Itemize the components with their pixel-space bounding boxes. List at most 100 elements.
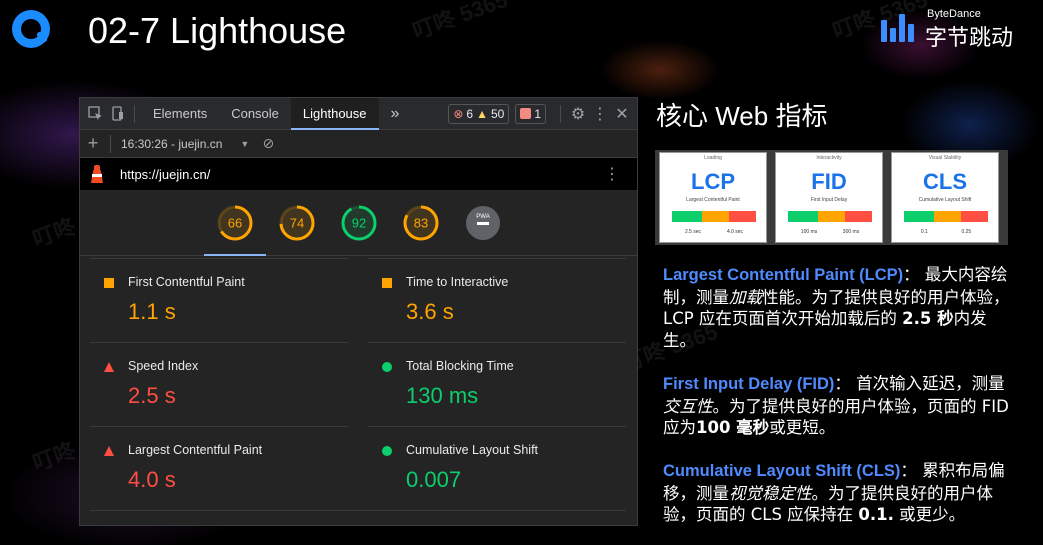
metric-value: 4.0 s	[128, 467, 176, 492]
cls-text: 或更少。	[893, 505, 966, 524]
fid-strong: 100 毫秒	[696, 418, 770, 437]
devtools-panel: Elements Console Lighthouse » ⊗ 6 ▲ 50 1…	[79, 97, 638, 526]
metric-card-cls: Visual Stability CLS Cumulative Layout Shi…	[891, 152, 999, 243]
score-gauge[interactable]: 92	[328, 192, 390, 254]
settings-gear-icon[interactable]: ⚙	[567, 103, 589, 125]
pwa-dash-icon	[476, 221, 489, 225]
lcp-em: 加载	[729, 287, 762, 307]
lcp-strong: 2.5 秒	[902, 309, 954, 328]
metric-label: Speed Index	[128, 359, 199, 373]
error-warning-badge[interactable]: ⊗ 6 ▲ 50	[448, 103, 510, 124]
score-gauge-value: 66	[227, 215, 241, 230]
warning-count: 50	[490, 106, 505, 121]
card-acronym: LCP	[691, 169, 735, 194]
error-icon: ⊗	[453, 106, 464, 121]
threshold-tick: 0.1	[920, 229, 928, 235]
metric-label: Total Blocking Time	[406, 359, 514, 373]
threshold-segment	[788, 211, 818, 222]
metric-label: First Contentful Paint	[128, 275, 245, 289]
metrics-grid: First Contentful Paint 1.1 s Time to Inter…	[80, 256, 637, 524]
metric-card-fid: Interactivity FID First Input Delay 100 ms 3…	[775, 152, 883, 243]
metric-item: Time to Interactive 3.6 s	[368, 258, 626, 341]
threshold-tick: 0.25	[961, 229, 972, 235]
chevron-down-icon: ▼	[240, 138, 250, 149]
metric-card-lcp: Loading LCP Largest Contentful Paint 2.5 se…	[659, 152, 767, 243]
new-report-plus-icon[interactable]: +	[82, 133, 104, 155]
score-gauge[interactable]: 74	[266, 192, 328, 254]
cls-description: Cumulative Layout Shift (CLS)： 累积布局偏移，测量…	[663, 460, 1013, 526]
threshold-bar	[904, 211, 988, 222]
metric-value: 2.5 s	[128, 383, 176, 408]
slide-title: 02-7 Lighthouse	[88, 10, 347, 51]
lcp-key: Largest Contentful Paint (LCP)	[663, 266, 904, 284]
score-gauge-value: 74	[289, 215, 303, 230]
divider	[90, 510, 626, 511]
clear-reports-icon[interactable]: ⊘	[257, 133, 279, 155]
cls-strong: 0.1.	[858, 505, 894, 524]
metric-status-icon	[104, 362, 114, 372]
inspect-element-icon[interactable]	[84, 103, 106, 125]
card-subtitle: Cumulative Layout Shift	[918, 197, 972, 203]
threshold-ticks: 2.5 sec 4.0 sec	[672, 229, 756, 235]
metric-value: 1.1 s	[128, 299, 176, 324]
fid-key: First Input Delay (FID)	[663, 375, 835, 393]
threshold-ticks: 100 ms 300 ms	[788, 229, 872, 235]
metric-status-icon	[382, 446, 392, 456]
error-count: 6	[466, 106, 474, 121]
threshold-tick: 4.0 sec	[726, 229, 744, 235]
card-subtitle: Largest Contentful Paint	[686, 197, 740, 203]
metric-status-icon	[104, 278, 114, 288]
tab-elements[interactable]: Elements	[141, 98, 219, 130]
metric-label: Cumulative Layout Shift	[406, 443, 539, 457]
core-web-vitals-cards: Loading LCP Largest Contentful Paint 2.5 se…	[655, 150, 1008, 245]
devtools-tab-bar: Elements Console Lighthouse » ⊗ 6 ▲ 50 1…	[80, 98, 637, 130]
threshold-segment	[904, 211, 934, 222]
more-tabs-button[interactable]: »	[379, 98, 412, 130]
metric-value: 130 ms	[406, 383, 479, 408]
metric-item: Total Blocking Time 130 ms	[368, 342, 626, 425]
score-gauge[interactable]: 66	[204, 192, 266, 254]
card-acronym: CLS	[923, 169, 967, 194]
metric-item: Cumulative Layout Shift 0.007	[368, 426, 626, 509]
metric-value: 3.6 s	[406, 299, 454, 324]
metric-status-icon	[104, 446, 114, 456]
threshold-tick: 2.5 sec	[684, 229, 702, 235]
metric-value: 0.007	[406, 467, 462, 492]
threshold-ticks: 0.1 0.25	[904, 229, 988, 235]
issues-badge[interactable]: 1	[515, 103, 546, 124]
threshold-segment	[702, 211, 729, 222]
metric-label: Time to Interactive	[406, 275, 509, 289]
card-caption: Loading	[704, 155, 722, 161]
device-toolbar-icon[interactable]	[106, 103, 128, 125]
metric-label: Largest Contentful Paint	[128, 443, 263, 457]
report-menu-icon[interactable]: ⋮	[601, 163, 623, 185]
fid-description: First Input Delay (FID)： 首次输入延迟，测量交互性。为了…	[663, 373, 1013, 439]
brand-cn: 字节跳动	[925, 25, 1014, 50]
card-acronym: FID	[811, 169, 847, 194]
issues-icon	[520, 108, 532, 119]
score-gauge[interactable]: 83	[390, 192, 452, 254]
issues-count: 1	[534, 106, 541, 121]
threshold-segment	[818, 211, 845, 222]
close-icon[interactable]: ✕	[611, 103, 633, 125]
tab-lighthouse[interactable]: Lighthouse	[290, 98, 379, 130]
metric-status-icon	[382, 278, 392, 288]
warning-icon: ▲	[476, 106, 488, 121]
threshold-segment	[961, 211, 988, 222]
tab-console[interactable]: Console	[219, 98, 291, 130]
threshold-segment	[672, 211, 702, 222]
fid-text: 或更短。	[769, 418, 836, 437]
bytedance-bars-icon	[881, 14, 917, 42]
slide-logo-icon	[12, 10, 50, 48]
threshold-tick: 300 ms	[842, 229, 860, 235]
report-select[interactable]: 16:30:26 - juejin.cn ▼	[121, 137, 249, 151]
lighthouse-toolbar: + 16:30:26 - juejin.cn ▼ ⊘	[80, 130, 637, 158]
report-select-value: 16:30:26 - juejin.cn	[121, 136, 223, 151]
score-gauge[interactable]: PWA	[452, 192, 514, 254]
lighthouse-logo-icon	[90, 165, 104, 183]
card-subtitle: First Input Delay	[810, 197, 848, 203]
more-options-icon[interactable]: ⋮	[589, 103, 611, 125]
report-url-bar: https://juejin.cn/ ⋮	[80, 158, 637, 190]
score-gauges: 66 74 92 83 PWA	[80, 190, 637, 256]
divider	[560, 104, 561, 123]
